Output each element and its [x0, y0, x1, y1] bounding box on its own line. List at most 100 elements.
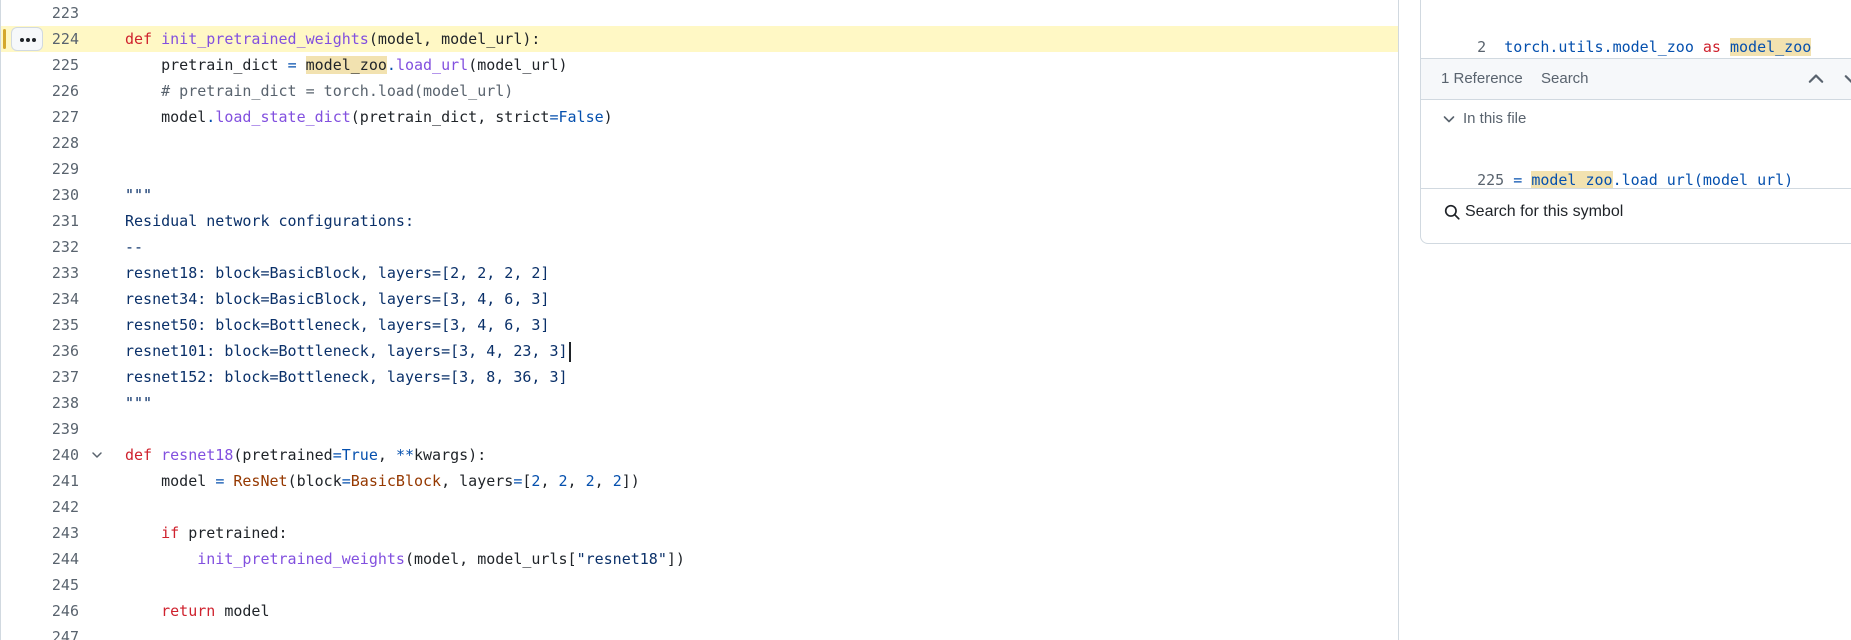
code-line[interactable]: 224 def init_pretrained_weights(model, mo…	[1, 26, 1399, 52]
code-token-kw: if	[161, 524, 180, 542]
code-line[interactable]: 236 resnet101: block=Bottleneck, layers=[…	[1, 338, 1399, 364]
symbol-panel: 2 torch.utils.model_zoo as model_zoo 1 R…	[1420, 0, 1851, 244]
code-line[interactable]: 228	[1, 130, 1399, 156]
code-line[interactable]: 229	[1, 156, 1399, 182]
line-number[interactable]: 247	[1, 624, 79, 640]
line-code: resnet50: block=Bottleneck, layers=[3, 4…	[125, 312, 549, 338]
code-token-const: .	[386, 56, 396, 74]
line-number[interactable]: 232	[1, 234, 79, 260]
code-line[interactable]: 230 """	[1, 182, 1399, 208]
code-token-kw: def	[125, 446, 153, 464]
code-token-fn: init_pretrained_weights	[197, 550, 405, 568]
code-token: kwargs):	[414, 446, 487, 464]
code-token-fn: resnet18	[161, 446, 234, 464]
line-number[interactable]: 238	[1, 390, 79, 416]
panel-divider	[1421, 188, 1851, 189]
code-token-const: .load_url(model_url)	[1612, 171, 1794, 189]
line-code: model = ResNet(block=BasicBlock, layers=…	[125, 468, 640, 494]
line-number[interactable]: 231	[1, 208, 79, 234]
code-token-str: Residual network configurations:	[125, 212, 414, 230]
reference-item[interactable]: 225 = model_zoo.load_url(model_url)	[1441, 153, 1793, 207]
line-number[interactable]: 225	[1, 52, 79, 78]
code-line[interactable]: 225 pretrain_dict = model_zoo.load_url(m…	[1, 52, 1399, 78]
line-number[interactable]: 242	[1, 494, 79, 520]
line-number[interactable]: 246	[1, 598, 79, 624]
references-count[interactable]: 1 Reference	[1441, 70, 1523, 87]
code-token-const: 2	[585, 472, 595, 490]
code-token-kw: return	[161, 602, 216, 620]
code-token-const: 2	[612, 472, 622, 490]
line-number[interactable]: 229	[1, 156, 79, 182]
code-line[interactable]: 243 if pretrained:	[1, 520, 1399, 546]
code-token-str: resnet50: block=Bottleneck, layers=[3, 4…	[125, 316, 550, 334]
line-number[interactable]: 224	[1, 26, 79, 52]
line-code: pretrain_dict = model_zoo.load_url(model…	[125, 52, 568, 78]
search-tab[interactable]: Search	[1541, 70, 1589, 87]
search-for-symbol-button[interactable]: Search for this symbol	[1443, 203, 1623, 221]
code-line[interactable]: 233 resnet18: block=BasicBlock, layers=[2…	[1, 260, 1399, 286]
code-editor[interactable]: 223 224 def init_pretrained_weights(model,…	[0, 0, 1399, 640]
chevron-up-icon[interactable]	[1805, 68, 1827, 90]
line-number[interactable]: 239	[1, 416, 79, 442]
code-token-fn: init_pretrained_weights	[161, 30, 369, 48]
code-token: )	[603, 108, 613, 126]
in-this-file-toggle[interactable]: In this file	[1441, 110, 1526, 127]
code-token-fn: load_url	[395, 56, 469, 74]
code-line[interactable]: 244 init_pretrained_weights(model, model…	[1, 546, 1399, 572]
code-line[interactable]: 231 Residual network configurations:	[1, 208, 1399, 234]
line-number[interactable]: 227	[1, 104, 79, 130]
code-line[interactable]: 240 def resnet18(pretrained=True, **kwarg…	[1, 442, 1399, 468]
chevron-down-icon[interactable]	[1841, 68, 1851, 90]
code-token: model	[125, 108, 207, 126]
code-line[interactable]: 223	[1, 0, 1399, 26]
code-line[interactable]: 242	[1, 494, 1399, 520]
line-number[interactable]: 226	[1, 78, 79, 104]
code-line[interactable]: 226 # pretrain_dict = torch.load(model_u…	[1, 78, 1399, 104]
line-number[interactable]: 236	[1, 338, 79, 364]
code-token-cls: BasicBlock	[350, 472, 442, 490]
code-line[interactable]: 237 resnet152: block=Bottleneck, layers=[…	[1, 364, 1399, 390]
symbol-highlight: model_zoo	[1531, 171, 1613, 189]
code-token: (block	[287, 472, 342, 490]
code-token: pretrain_dict	[125, 56, 288, 74]
line-number[interactable]: 233	[1, 260, 79, 286]
code-line[interactable]: 245	[1, 572, 1399, 598]
code-line[interactable]: 247	[1, 624, 1399, 640]
line-code: return model	[125, 598, 269, 624]
code-line[interactable]: 232 --	[1, 234, 1399, 260]
code-line[interactable]: 238 """	[1, 390, 1399, 416]
code-line[interactable]: 241 model = ResNet(block=BasicBlock, lay…	[1, 468, 1399, 494]
line-number[interactable]: 234	[1, 286, 79, 312]
code-token-kw: def	[125, 30, 153, 48]
line-number[interactable]: 237	[1, 364, 79, 390]
code-token-const: =	[549, 108, 559, 126]
line-number[interactable]: 243	[1, 520, 79, 546]
code-token-str: --	[125, 238, 144, 256]
code-token-str: resnet101: block=Bottleneck, layers=[3, …	[125, 342, 568, 360]
line-code: resnet101: block=Bottleneck, layers=[3, …	[125, 338, 571, 364]
code-line[interactable]: 234 resnet34: block=BasicBlock, layers=[3…	[1, 286, 1399, 312]
line-number[interactable]: 235	[1, 312, 79, 338]
code-line[interactable]: 246 return model	[1, 598, 1399, 624]
code-line[interactable]: 227 model.load_state_dict(pretrain_dict,…	[1, 104, 1399, 130]
code-token-cmt: # pretrain_dict = torch.load(model_url)	[125, 82, 514, 100]
code-line[interactable]: 235 resnet50: block=Bottleneck, layers=[3…	[1, 312, 1399, 338]
fold-chevron-icon[interactable]	[89, 442, 105, 468]
line-number[interactable]: 245	[1, 572, 79, 598]
code-lines: 223 224 def init_pretrained_weights(model,…	[1, 0, 1399, 640]
line-number[interactable]: 241	[1, 468, 79, 494]
line-number[interactable]: 228	[1, 130, 79, 156]
code-line[interactable]: 239	[1, 416, 1399, 442]
line-number[interactable]: 240	[1, 442, 79, 468]
line-number[interactable]: 230	[1, 182, 79, 208]
reference-line-number: 225	[1477, 171, 1505, 189]
references-header: 1 Reference Search	[1421, 58, 1851, 100]
line-number[interactable]: 223	[1, 0, 79, 26]
line-code: if pretrained:	[125, 520, 287, 546]
code-token: (model, model_urls[	[404, 550, 577, 568]
code-token: , layers	[441, 472, 514, 490]
line-number[interactable]: 244	[1, 546, 79, 572]
